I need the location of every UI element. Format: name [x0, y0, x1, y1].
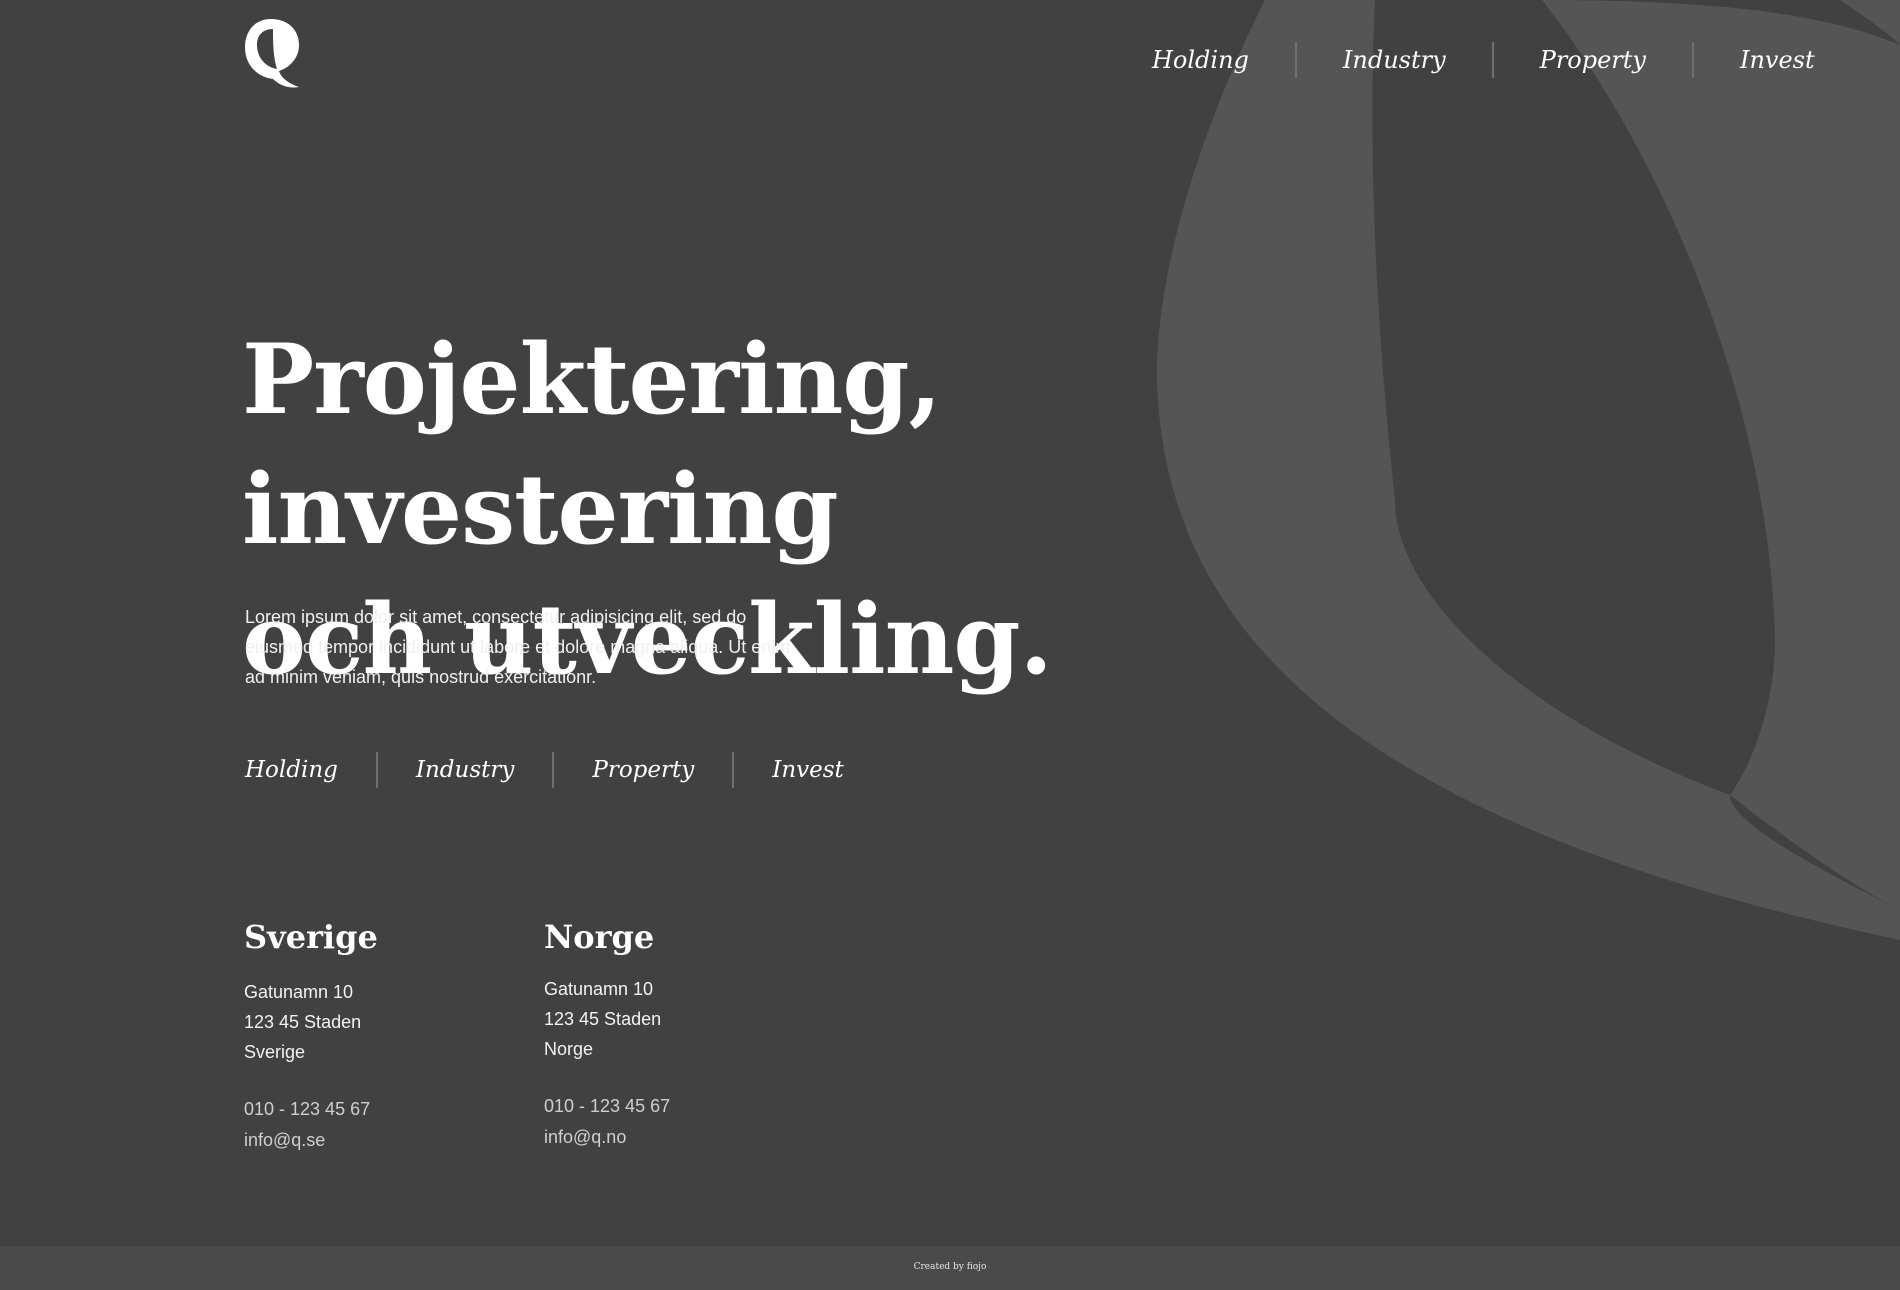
office-address: Gatunamn 10 123 45 Staden Norge: [544, 974, 824, 1064]
address-city: 123 45 Staden: [544, 1009, 662, 1029]
office-sverige: Sverige Gatunamn 10 123 45 Staden Sverig…: [244, 915, 524, 1156]
office-address: Gatunamn 10 123 45 Staden Sverige: [244, 977, 524, 1067]
address-city: 123 45 Staden: [244, 1012, 362, 1032]
office-heading: Sverige: [244, 918, 378, 956]
q-logo-icon[interactable]: [243, 17, 301, 89]
intro-text: Lorem ipsum dolor sit amet, consectetur …: [245, 607, 791, 687]
top-nav: Holding Industry Property Invest: [1110, 42, 1815, 78]
hero-title-line-1: Projektering, investering: [242, 323, 942, 566]
footer-credit[interactable]: Created by fiojo: [914, 1262, 987, 1272]
section-link-invest[interactable]: Invest: [734, 752, 844, 788]
address-street: Gatunamn 10: [544, 979, 654, 999]
nav-link-holding[interactable]: Holding: [1110, 42, 1295, 78]
email-link[interactable]: info@q.no: [544, 1122, 824, 1153]
phone-link[interactable]: 010 - 123 45 67: [244, 1094, 524, 1125]
email-link[interactable]: info@q.se: [244, 1125, 524, 1156]
nav-link-industry[interactable]: Industry: [1297, 42, 1492, 78]
section-nav: Holding Industry Property Invest: [245, 752, 844, 788]
address-street: Gatunamn 10: [244, 982, 354, 1002]
address-country: Norge: [544, 1039, 594, 1059]
office-norge: Norge Gatunamn 10 123 45 Staden Norge 01…: [544, 915, 824, 1153]
section-link-industry[interactable]: Industry: [378, 752, 552, 788]
nav-link-property[interactable]: Property: [1494, 42, 1692, 78]
office-contact: 010 - 123 45 67 info@q.se: [244, 1094, 524, 1156]
office-contact: 010 - 123 45 67 info@q.no: [544, 1091, 824, 1153]
address-country: Sverige: [244, 1042, 306, 1062]
section-link-holding[interactable]: Holding: [245, 752, 376, 788]
page: Holding Industry Property Invest Projekt…: [0, 0, 1900, 1290]
phone-link[interactable]: 010 - 123 45 67: [544, 1091, 824, 1122]
footer: Created by fiojo: [0, 1246, 1900, 1290]
section-link-property[interactable]: Property: [554, 752, 732, 788]
office-heading: Norge: [544, 918, 655, 956]
nav-link-invest[interactable]: Invest: [1694, 42, 1815, 78]
